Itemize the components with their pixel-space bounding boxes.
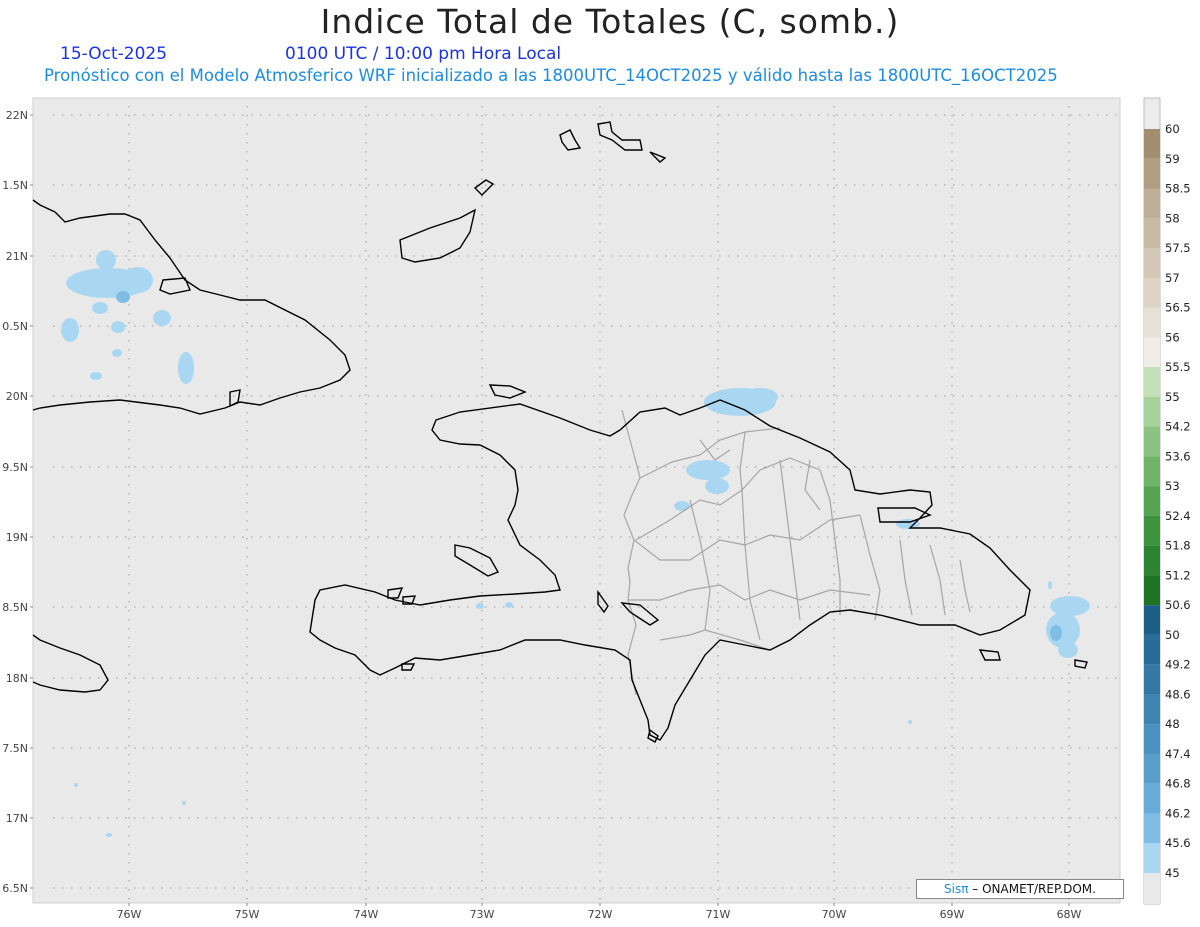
colorbar-label: 60 (1165, 122, 1180, 136)
lon-tick-label: 74W (354, 908, 379, 921)
colorbar-label: 58 (1165, 211, 1180, 225)
colorbar-swatch (1144, 486, 1160, 516)
colorbar-label: 51.8 (1165, 539, 1191, 553)
lat-tick-label: 0.5N (2, 320, 28, 333)
colorbar-swatch (1144, 337, 1160, 368)
colorbar-label: 54.2 (1165, 420, 1191, 434)
colorbar-swatch (1144, 813, 1160, 844)
colorbar-swatch (1144, 158, 1160, 189)
colorbar-label: 53 (1165, 479, 1180, 493)
colorbar-swatch (1144, 277, 1160, 308)
credit-text: – ONAMET/REP.DOM. (968, 882, 1096, 896)
colorbar-label: 57.5 (1165, 241, 1191, 255)
colorbar-swatch (1144, 575, 1160, 606)
lat-tick-label: 18N (6, 672, 28, 685)
colorbar-swatch (1144, 545, 1160, 576)
colorbar-label: 46.2 (1165, 806, 1191, 820)
colorbar-label: 55.5 (1165, 360, 1191, 374)
lat-tick-label: 21N (6, 250, 28, 263)
colorbar-swatch (1144, 188, 1160, 219)
colorbar-swatch (1144, 515, 1160, 546)
colorbar-label: 56.5 (1165, 301, 1191, 315)
colorbar-swatch (1144, 129, 1160, 159)
colorbar-label: 50.6 (1165, 598, 1191, 612)
lat-tick-label: 7.5N (2, 742, 28, 755)
map-figure: 22N 1.5N 21N 0.5N 20N 9.5N 19N 8.5N 18N 7.5N 17N 6.… (2, 97, 1191, 921)
colorbar: 60 59 58.5 58 57.5 57 56.5 56 55.5 55 54.2 53.6 53 52… (1143, 97, 1191, 905)
lon-tick-label: 73W (470, 908, 495, 921)
lon-tick-label: 76W (117, 908, 142, 921)
lat-tick-label: 19N (6, 531, 28, 544)
credit-label: Sisπ – ONAMET/REP.DOM. (916, 879, 1124, 899)
lon-tick-label: 75W (235, 908, 260, 921)
lat-tick-label: 20N (6, 390, 28, 403)
colorbar-swatch (1144, 724, 1160, 754)
lon-tick-label: 71W (706, 908, 731, 921)
lat-tick-label: 8.5N (2, 601, 28, 614)
lat-tick-label: 9.5N (2, 461, 28, 474)
map-frame (32, 97, 1121, 904)
colorbar-label: 47.4 (1165, 747, 1191, 761)
lon-tick-label: 72W (588, 908, 613, 921)
colorbar-swatch (1144, 307, 1160, 338)
lat-tick-label: 1.5N (2, 179, 28, 192)
colorbar-swatch (1144, 843, 1160, 873)
colorbar-swatch (1144, 694, 1160, 725)
colorbar-label: 57 (1165, 271, 1180, 285)
colorbar-swatch (1144, 873, 1160, 904)
colorbar-label: 48 (1165, 717, 1180, 731)
lat-tick-label: 17N (6, 812, 28, 825)
colorbar-swatch (1144, 456, 1160, 487)
colorbar-label: 58.5 (1165, 182, 1191, 196)
colorbar-label: 48.6 (1165, 687, 1191, 701)
colorbar-label: 53.6 (1165, 449, 1191, 463)
lon-tick-label: 69W (940, 908, 965, 921)
lon-tick-label: 68W (1057, 908, 1082, 921)
colorbar-label: 56 (1165, 330, 1180, 344)
colorbar-label: 51.2 (1165, 568, 1191, 582)
sispi-brand: Sisπ (944, 882, 969, 896)
colorbar-swatch (1144, 367, 1160, 397)
colorbar-swatch (1144, 605, 1160, 635)
colorbar-label: 49.2 (1165, 658, 1191, 672)
colorbar-swatch (1144, 426, 1160, 457)
colorbar-swatch (1144, 634, 1160, 665)
colorbar-swatch (1144, 248, 1160, 278)
colorbar-label: 55 (1165, 390, 1180, 404)
colorbar-label: 59 (1165, 152, 1180, 166)
colorbar-swatch (1144, 664, 1160, 695)
colorbar-swatch (1144, 753, 1160, 784)
colorbar-swatch (1144, 218, 1160, 249)
colorbar-label: 45 (1165, 866, 1180, 880)
lat-tick-label: 6.5N (2, 882, 28, 895)
colorbar-label: 50 (1165, 628, 1180, 642)
colorbar-label: 45.6 (1165, 836, 1191, 850)
colorbar-swatch (1144, 396, 1160, 427)
lat-tick-label: 22N (6, 109, 28, 122)
colorbar-label: 46.8 (1165, 777, 1191, 791)
lon-tick-label: 70W (822, 908, 847, 921)
colorbar-label: 52.4 (1165, 509, 1191, 523)
colorbar-swatch (1144, 783, 1160, 814)
